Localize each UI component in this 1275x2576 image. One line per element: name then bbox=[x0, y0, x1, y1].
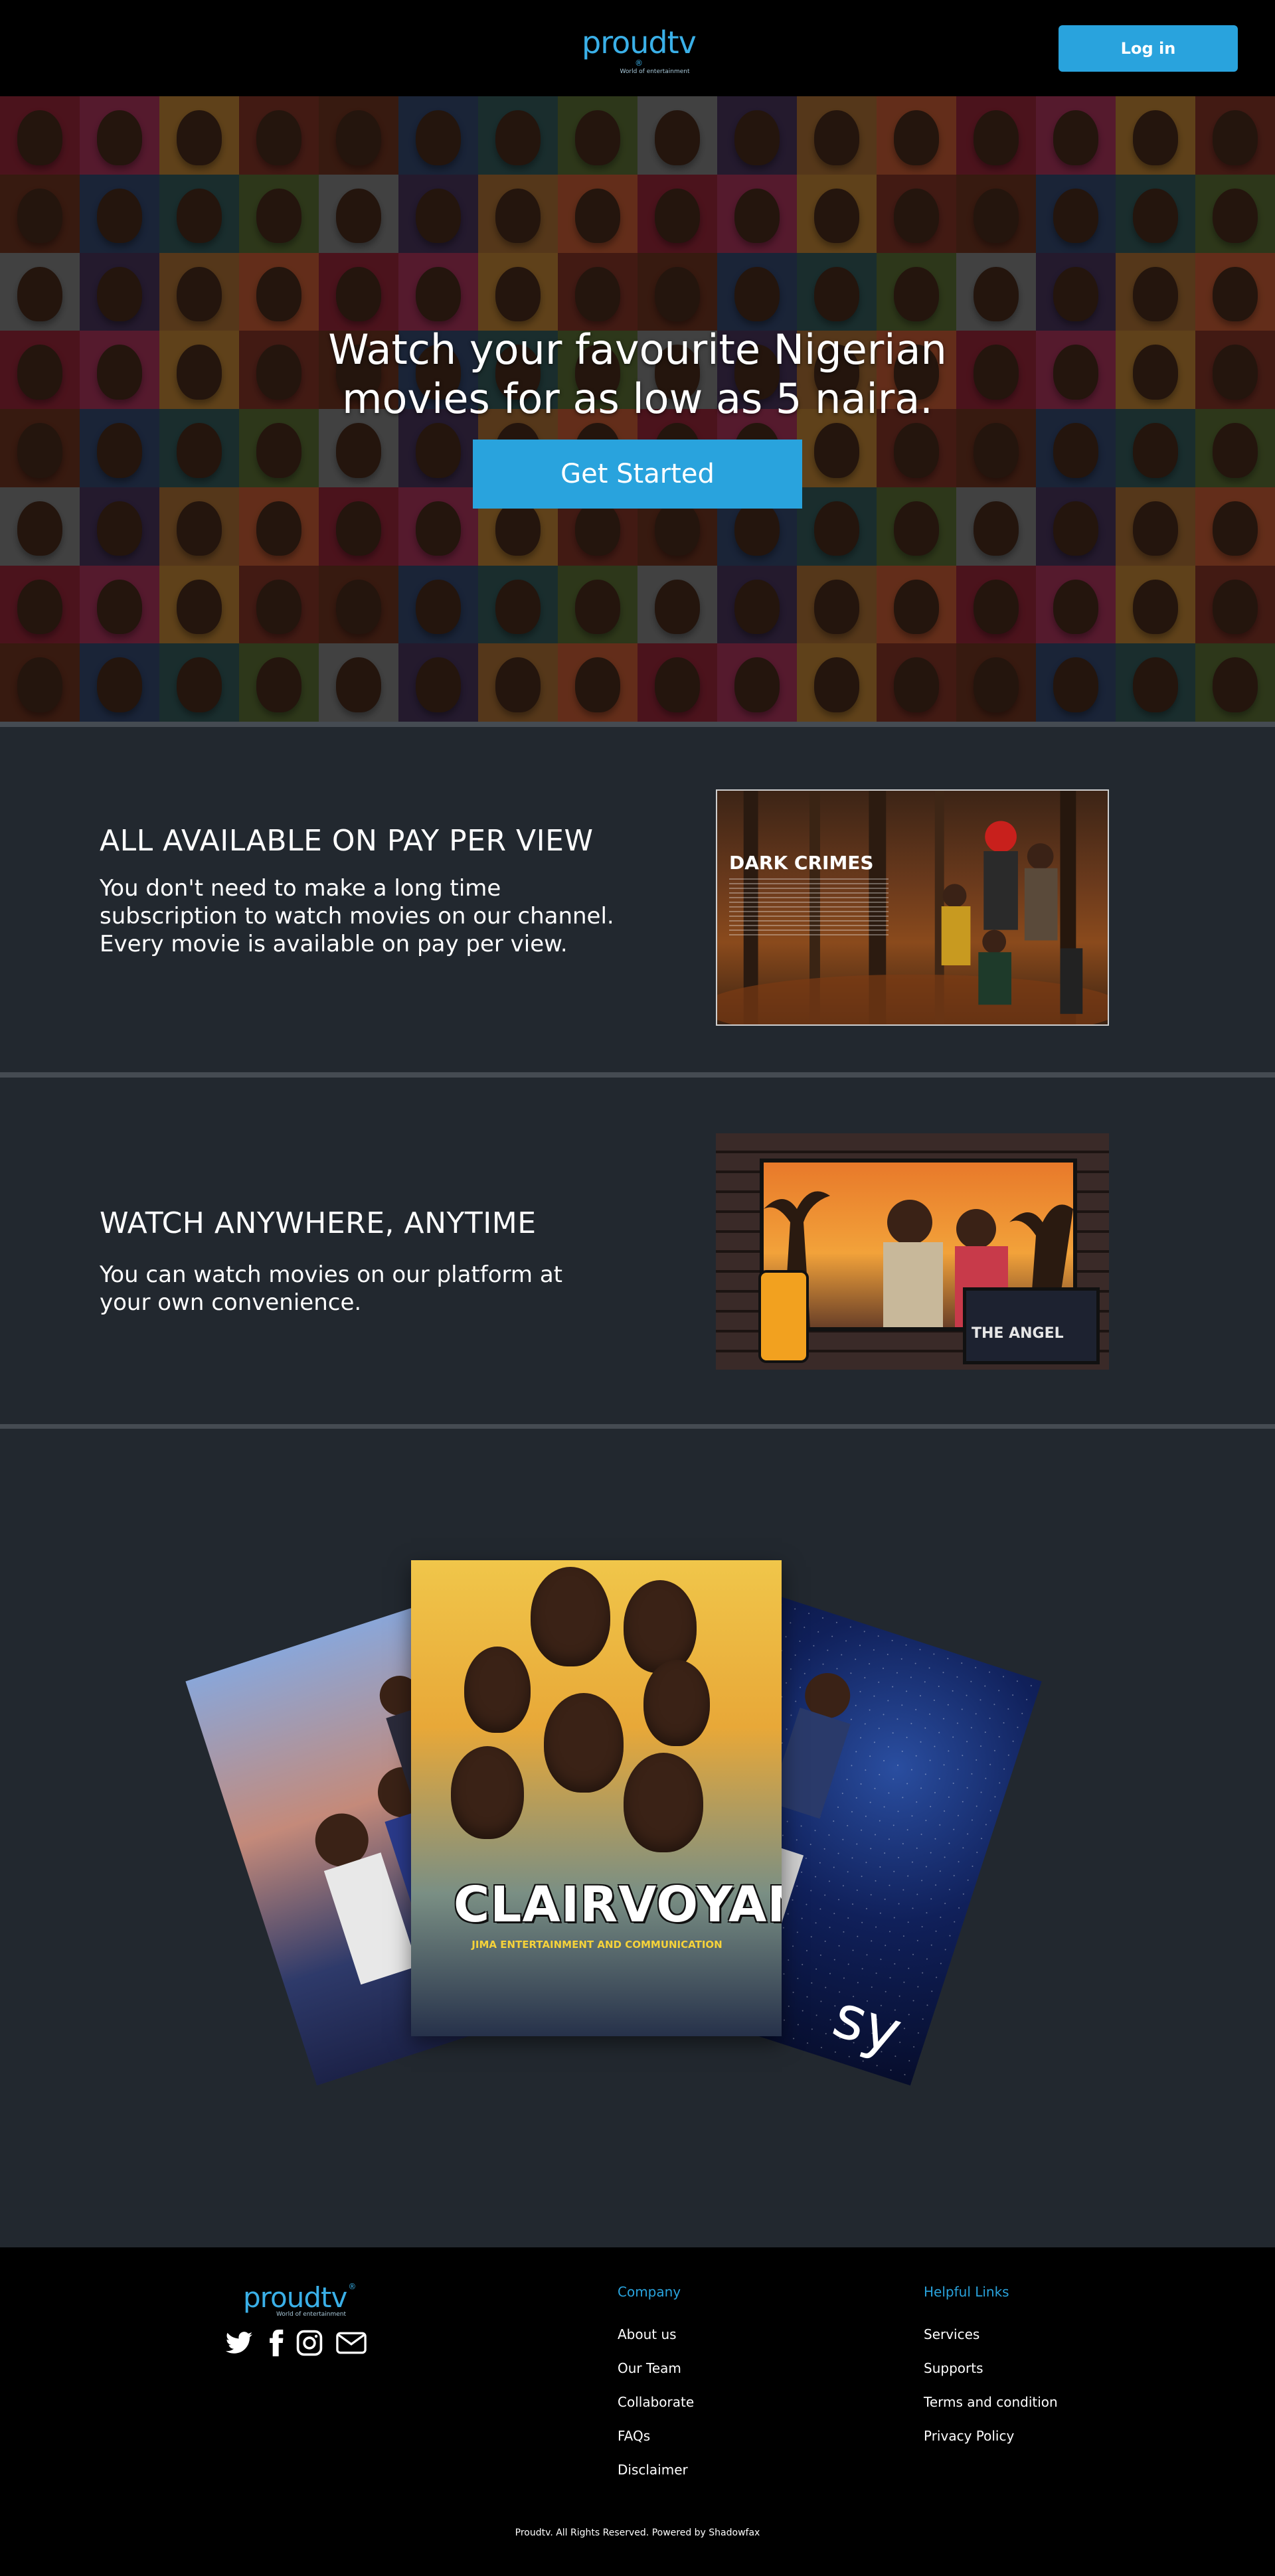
footer-link-supports[interactable]: Supports bbox=[924, 2360, 983, 2376]
devices-mockup-image: THE ANGEL bbox=[716, 1133, 1109, 1370]
phone-device bbox=[758, 1270, 809, 1363]
tablet-poster-title: THE ANGEL bbox=[972, 1325, 1064, 1342]
footer-link-disclaimer[interactable]: Disclaimer bbox=[618, 2462, 688, 2478]
facebook-icon[interactable] bbox=[262, 2328, 291, 2358]
footer-link-terms[interactable]: Terms and condition bbox=[924, 2394, 1058, 2410]
footer-link-our-team[interactable]: Our Team bbox=[618, 2360, 681, 2376]
feature-title: ALL AVAILABLE ON PAY PER VIEW bbox=[100, 824, 594, 858]
mail-icon[interactable] bbox=[335, 2328, 368, 2358]
hero-headline-line2: movies for as low as 5 naira. bbox=[342, 374, 933, 423]
footer-link-faqs[interactable]: FAQs bbox=[618, 2428, 650, 2444]
footer-link-services[interactable]: Services bbox=[924, 2326, 979, 2342]
company-heading: Company bbox=[618, 2284, 681, 2300]
logo-registered-mark: ® bbox=[635, 58, 643, 68]
instagram-icon[interactable] bbox=[295, 2328, 324, 2358]
feature-watch-anywhere: WATCH ANYWHERE, ANYTIME You can watch mo… bbox=[0, 1078, 1275, 1424]
tablet-device: THE ANGEL bbox=[963, 1287, 1100, 1364]
logo-wordmark: proudtv bbox=[243, 2281, 347, 2314]
footer-link-collaborate[interactable]: Collaborate bbox=[618, 2394, 694, 2410]
footer-logo[interactable]: proudtv ® World of entertainment bbox=[243, 2282, 363, 2322]
section-divider bbox=[0, 1424, 1275, 1429]
feature-description: You can watch movies on our platform at … bbox=[100, 1261, 562, 1316]
poster-synopsis-lines bbox=[729, 878, 889, 938]
hero-banner: Watch your favourite Nigerian movies for… bbox=[0, 96, 1275, 722]
poster-studio: JIMA ENTERTAINMENT AND COMMUNICATION bbox=[471, 1939, 722, 1951]
twitter-icon[interactable] bbox=[224, 2328, 254, 2358]
clairvoyant-poster[interactable]: CLAIRVOYANT JIMA ENTERTAINMENT AND COMMU… bbox=[411, 1560, 782, 2036]
proudtv-logo[interactable]: proudtv® World of entertainment bbox=[582, 25, 697, 75]
logo-wordmark: proudtv bbox=[582, 25, 697, 60]
footer-link-about-us[interactable]: About us bbox=[618, 2326, 677, 2342]
feature-title: WATCH ANYWHERE, ANYTIME bbox=[100, 1206, 537, 1240]
helpful-links-heading: Helpful Links bbox=[924, 2284, 1009, 2300]
get-started-button[interactable]: Get Started bbox=[473, 440, 802, 509]
footer-link-privacy-policy[interactable]: Privacy Policy bbox=[924, 2428, 1014, 2444]
logo-registered-mark: ® bbox=[348, 2282, 357, 2291]
site-header: proudtv® World of entertainment Log in bbox=[0, 0, 1275, 96]
section-divider bbox=[0, 1072, 1275, 1078]
poster-title: CLAIRVOYANT bbox=[454, 1876, 782, 1933]
hero-headline-line1: Watch your favourite Nigerian bbox=[328, 325, 947, 374]
movie-posters-showcase: sy CLAIRVOYANT JIMA ENTERTAINMENT AND CO… bbox=[0, 1429, 1275, 2247]
poster-title: DARK CRIMES bbox=[729, 852, 874, 874]
logo-tagline: World of entertainment bbox=[620, 68, 690, 75]
feature-description: You don't need to make a long time subsc… bbox=[100, 875, 614, 957]
copyright-notice: Proudtv. All Rights Reserved. Powered by… bbox=[515, 2528, 760, 2538]
social-links bbox=[224, 2328, 384, 2360]
feature-pay-per-view: ALL AVAILABLE ON PAY PER VIEW You don't … bbox=[0, 727, 1275, 1072]
section-divider bbox=[0, 722, 1275, 727]
site-footer: proudtv ® World of entertainment Company … bbox=[0, 2247, 1275, 2576]
login-button[interactable]: Log in bbox=[1059, 25, 1238, 72]
dark-crimes-poster-image: DARK CRIMES bbox=[716, 789, 1109, 1026]
hero-headline: Watch your favourite Nigerian movies for… bbox=[305, 325, 970, 424]
